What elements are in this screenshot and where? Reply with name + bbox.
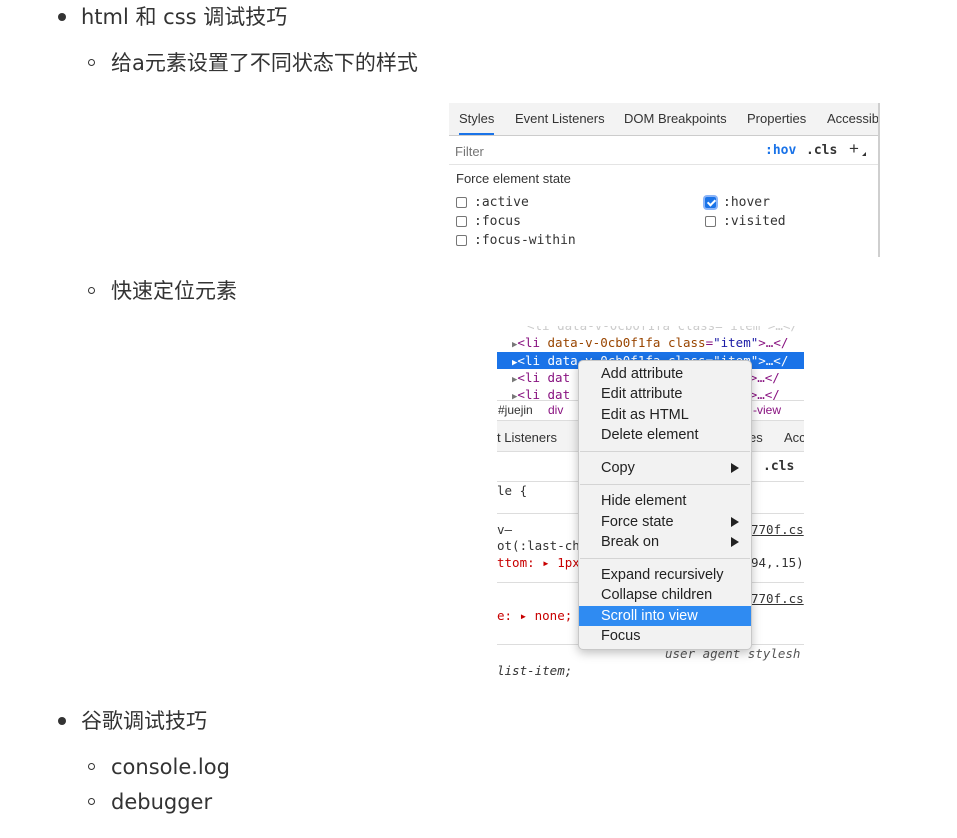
state-visited[interactable]: :visited <box>705 213 786 231</box>
source-link[interactable]: 770f.cs <box>751 591 804 606</box>
css-property-text: e: ▸ none; <box>497 608 573 623</box>
state-focus[interactable]: :focus <box>456 213 521 231</box>
state-active-label: :active <box>474 195 529 210</box>
context-menu: Add attribute Edit attribute Edit as HTM… <box>578 360 752 650</box>
list-bullet <box>58 717 66 725</box>
list-bullet <box>58 13 66 21</box>
state-focus-label: :focus <box>474 214 521 229</box>
cls-toggle[interactable]: .cls <box>806 143 837 158</box>
css-value-text: 94,.15) <box>751 555 804 570</box>
menu-copy[interactable]: Copy <box>579 458 751 478</box>
sub-list-bullet <box>88 287 95 294</box>
state-hover-label: :hover <box>723 195 770 210</box>
force-state-label: Force element state <box>456 171 571 186</box>
state-hover[interactable]: :hover <box>705 194 770 212</box>
menu-hide-element[interactable]: Hide element <box>579 491 751 511</box>
tab-properties[interactable]: Properties <box>747 103 806 135</box>
css-selector-text: ot(:last-ch <box>497 538 580 553</box>
menu-scroll-into-view[interactable]: Scroll into view <box>579 606 751 626</box>
menu-break-on-label: Break on <box>601 534 660 550</box>
menu-separator <box>580 451 750 452</box>
state-focus-within-label: :focus-within <box>474 233 576 248</box>
menu-force-state[interactable]: Force state <box>579 512 751 532</box>
css-selector-text: v– <box>497 522 513 537</box>
styles-panel-screenshot: Styles Event Listeners DOM Breakpoints P… <box>449 103 880 257</box>
state-visited-label: :visited <box>723 214 786 229</box>
css-rule-text: le { <box>497 483 528 498</box>
sub-item-a-states: 给a元素设置了不同状态下的样式 <box>111 51 418 75</box>
submenu-arrow-icon <box>731 517 739 527</box>
hov-toggle[interactable]: :hov <box>765 143 796 158</box>
checkbox-focus[interactable] <box>456 216 467 227</box>
menu-expand-recursively[interactable]: Expand recursively <box>579 565 751 585</box>
filter-row: :hov .cls + <box>449 136 878 164</box>
breadcrumb-view[interactable]: -view <box>753 403 781 417</box>
checkbox-active[interactable] <box>456 197 467 208</box>
sub-item-debugger: debugger <box>111 790 213 814</box>
menu-edit-as-html[interactable]: Edit as HTML <box>579 405 751 425</box>
sub-list-bullet <box>88 798 95 805</box>
css-value-text: list-item; <box>497 663 573 678</box>
source-link[interactable]: 770f.cs <box>751 522 804 537</box>
cls-toggle[interactable]: .cls <box>763 459 794 474</box>
menu-focus[interactable]: Focus <box>579 626 751 646</box>
tab-event-listeners[interactable]: Event Listeners <box>515 103 605 135</box>
dom-row[interactable]: ▶<li data-v-0cb0f1fa class="item">…</ <box>497 334 804 351</box>
sub-list-bullet <box>88 59 95 66</box>
checkbox-visited[interactable] <box>705 216 716 227</box>
checkbox-hover[interactable] <box>705 197 716 208</box>
styles-tabbar: Styles Event Listeners DOM Breakpoints P… <box>449 103 878 136</box>
tab-accessibility[interactable]: Acc <box>784 430 804 445</box>
divider <box>449 164 878 165</box>
menu-add-attribute[interactable]: Add attribute <box>579 364 751 384</box>
menu-copy-label: Copy <box>601 460 635 476</box>
tab-accessibility[interactable]: Accessib <box>827 103 878 135</box>
menu-edit-attribute[interactable]: Edit attribute <box>579 384 751 404</box>
breadcrumb-juejin[interactable]: #juejin <box>498 403 533 417</box>
list-item-chrome-debug: 谷歌调试技巧 <box>81 709 207 733</box>
menu-collapse-children[interactable]: Collapse children <box>579 585 751 605</box>
menu-break-on[interactable]: Break on <box>579 532 751 552</box>
new-rule-button[interactable]: + <box>849 139 859 159</box>
sub-list-bullet <box>88 763 95 770</box>
state-active[interactable]: :active <box>456 194 529 212</box>
breadcrumb-div[interactable]: div <box>548 403 563 417</box>
menu-separator <box>580 484 750 485</box>
menu-force-state-label: Force state <box>601 514 674 530</box>
dom-row[interactable]: <li data-v-0cb0f1fa class="item">…</ <box>497 326 804 334</box>
menu-delete-element[interactable]: Delete element <box>579 425 751 445</box>
menu-separator <box>580 558 750 559</box>
state-focus-within[interactable]: :focus-within <box>456 232 576 250</box>
css-property-text: ttom: ▸ 1px <box>497 555 580 570</box>
checkbox-focus-within[interactable] <box>456 235 467 246</box>
filter-input[interactable] <box>453 139 757 163</box>
sub-item-console-log: console.log <box>111 755 230 779</box>
plus-corner-icon <box>862 152 866 156</box>
submenu-arrow-icon <box>731 537 739 547</box>
submenu-arrow-icon <box>731 463 739 473</box>
sub-item-locate-element: 快速定位元素 <box>111 279 237 303</box>
tab-event-listeners[interactable]: t Listeners <box>497 430 557 445</box>
tab-styles[interactable]: Styles <box>459 103 495 135</box>
tab-dom-breakpoints[interactable]: DOM Breakpoints <box>624 103 727 135</box>
list-item-html-css: html 和 css 调试技巧 <box>81 5 288 29</box>
